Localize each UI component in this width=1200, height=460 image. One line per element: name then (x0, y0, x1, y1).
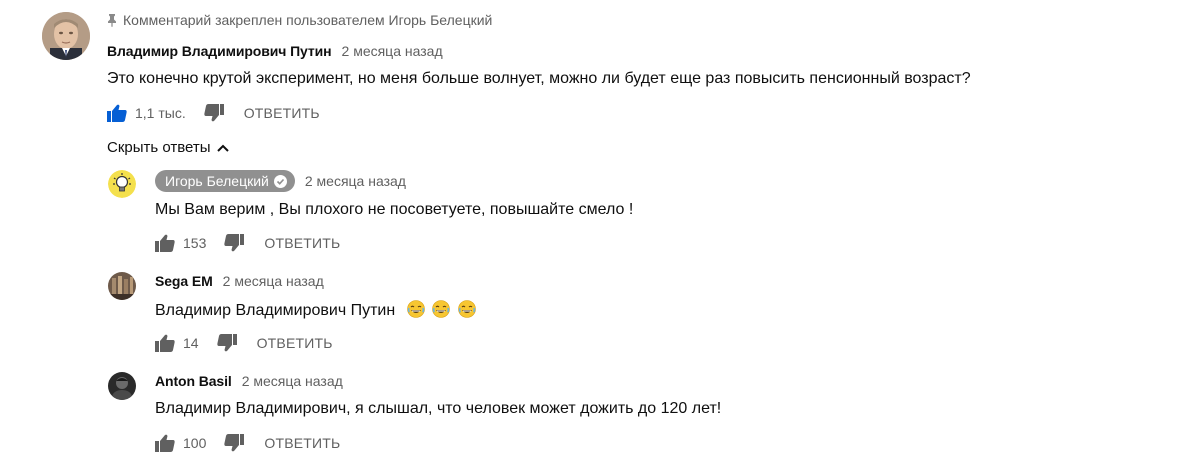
reply-actions: 14 ОТВЕТИТЬ (155, 334, 333, 352)
thumbs-down-icon (224, 234, 245, 252)
reply-text: Мы Вам верим , Вы плохого не посоветуете… (155, 201, 634, 218)
reply-date[interactable]: 2 месяца назад (223, 273, 324, 289)
thumbs-down-icon (224, 434, 245, 452)
avatar[interactable] (108, 372, 136, 400)
reply-actions: 153 ОТВЕТИТЬ (155, 234, 340, 252)
like-button[interactable] (107, 104, 127, 122)
reply-text: Владимир Владимирович Путин (155, 300, 476, 320)
reply-author: Игорь Белецкий (165, 173, 269, 189)
pin-icon (108, 14, 116, 27)
like-count: 100 (183, 435, 207, 451)
thumbs-up-icon (155, 234, 175, 252)
like-count: 153 (183, 235, 207, 251)
comment-text: Это конечно крутой эксперимент, но меня … (107, 70, 971, 87)
comment-actions: 1,1 тыс. ОТВЕТИТЬ (107, 104, 320, 122)
thumbs-up-icon (155, 434, 175, 452)
reply-button[interactable]: ОТВЕТИТЬ (264, 435, 340, 451)
dislike-button[interactable] (224, 234, 245, 252)
reply-header: Anton Basil 2 месяца назад (155, 373, 343, 389)
reply-date[interactable]: 2 месяца назад (242, 373, 343, 389)
dislike-button[interactable] (224, 434, 245, 452)
emoji-group (404, 300, 476, 319)
pinned-text: Комментарий закреплен пользователем Игор… (123, 12, 493, 28)
avatar[interactable] (108, 170, 136, 198)
laughing-crying-emoji-icon (406, 300, 425, 318)
like-count: 1,1 тыс. (135, 105, 186, 121)
reply-header: Sega EM 2 месяца назад (155, 273, 324, 289)
laughing-crying-emoji-icon (432, 300, 450, 318)
chevron-up-icon (216, 144, 229, 152)
like-button[interactable] (155, 234, 175, 252)
like-button[interactable] (155, 434, 175, 452)
dislike-button[interactable] (204, 104, 224, 122)
laughing-crying-emoji-icon (457, 300, 476, 318)
thumbs-down-icon (204, 104, 224, 122)
verified-check-icon (273, 174, 287, 188)
like-count: 14 (183, 335, 199, 351)
reply-button[interactable]: ОТВЕТИТЬ (257, 335, 333, 351)
reply-actions: 100 ОТВЕТИТЬ (155, 434, 340, 452)
reply-text-content: Владимир Владимирович Путин (155, 302, 396, 319)
reply-button[interactable]: ОТВЕТИТЬ (264, 235, 340, 251)
reply-author[interactable]: Anton Basil (155, 373, 232, 389)
avatar[interactable] (108, 272, 136, 300)
like-button[interactable] (155, 334, 175, 352)
channel-owner-badge[interactable]: Игорь Белецкий (155, 170, 295, 192)
comment-header: Владимир Владимирович Путин 2 месяца наз… (107, 43, 443, 59)
reply-date[interactable]: 2 месяца назад (305, 173, 406, 189)
comment-author[interactable]: Владимир Владимирович Путин (107, 43, 332, 59)
dislike-button[interactable] (216, 334, 237, 352)
reply-button[interactable]: ОТВЕТИТЬ (244, 105, 320, 121)
reply-header: Игорь Белецкий 2 месяца назад (155, 170, 406, 192)
thumbs-down-icon (216, 334, 237, 352)
pinned-indicator: Комментарий закреплен пользователем Игор… (107, 12, 492, 28)
hide-replies-toggle[interactable]: Скрыть ответы (107, 139, 229, 156)
reply-text: Владимир Владимирович, я слышал, что чел… (155, 400, 722, 417)
avatar[interactable] (42, 12, 90, 60)
comment-date[interactable]: 2 месяца назад (342, 43, 443, 59)
thumbs-up-icon (155, 334, 175, 352)
reply-author[interactable]: Sega EM (155, 273, 213, 289)
thumbs-up-icon (107, 104, 127, 122)
hide-replies-label: Скрыть ответы (107, 139, 211, 156)
